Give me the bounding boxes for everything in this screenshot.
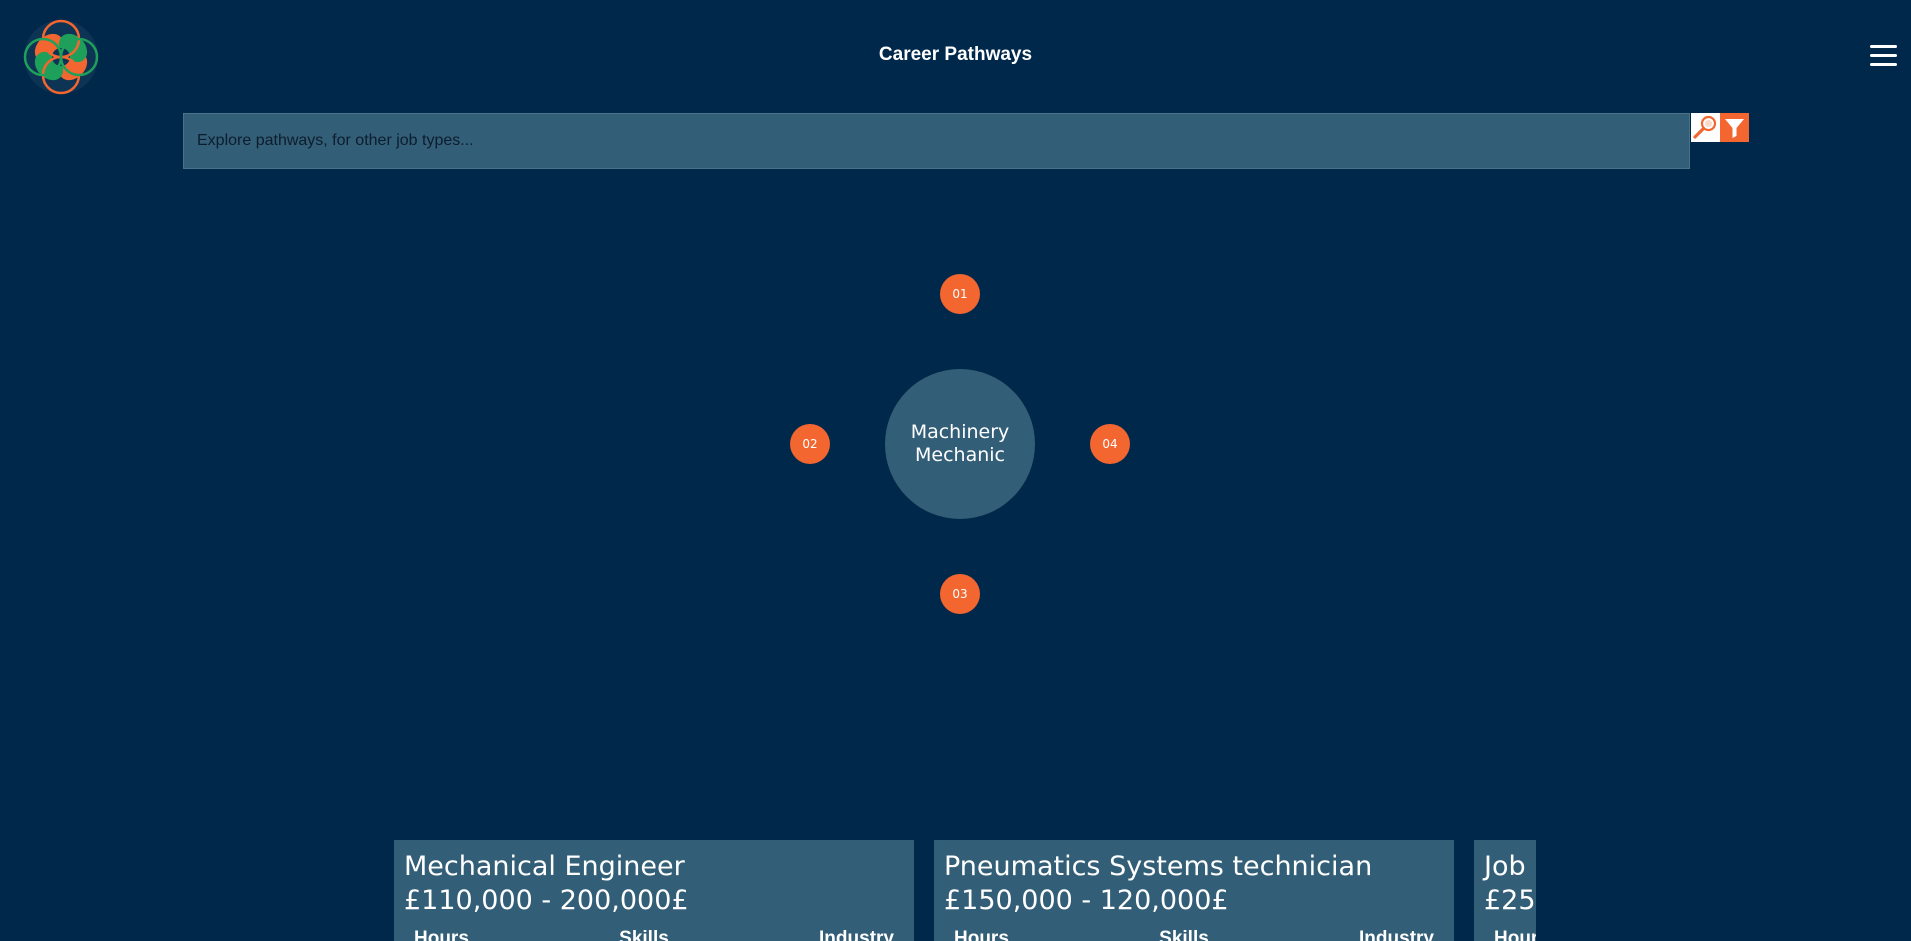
search-button[interactable]	[1691, 113, 1720, 142]
job-card-salary: £110,000 - 200,000£	[404, 885, 689, 916]
pathway-step-01[interactable]: 01	[940, 274, 980, 314]
pathway-step-04[interactable]: 04	[1090, 424, 1130, 464]
job-card-salary: £150,000 - 120,000£	[944, 885, 1229, 916]
job-card[interactable]: Job £25 Hour	[1474, 840, 1536, 941]
job-card-industry-label: Industry	[819, 928, 894, 941]
job-card-industry-label: Industry	[1359, 928, 1434, 941]
job-card-skills-label: Skills	[1159, 928, 1209, 941]
job-card-carousel[interactable]: Mechanical Engineer £110,000 - 200,000£ …	[394, 840, 1536, 941]
pathway-center-node[interactable]: Machinery Mechanic	[885, 369, 1035, 519]
job-card[interactable]: Pneumatics Systems technician £150,000 -…	[934, 840, 1454, 941]
search-input[interactable]	[184, 114, 1689, 168]
pathway-step-02[interactable]: 02	[790, 424, 830, 464]
job-card-columns: Hours Skills Industry	[944, 918, 1444, 941]
job-card-hours-label: Hours	[414, 928, 469, 941]
job-card-hours-label: Hour	[1494, 928, 1536, 941]
career-pathways-page: Career Pathways Machinery Mechanic 01 02…	[0, 0, 1911, 941]
menu-icon[interactable]	[1870, 45, 1897, 67]
job-card-columns: Hours Skills Industry	[404, 918, 904, 941]
magnifier-icon	[1693, 115, 1717, 139]
job-card-title: Job	[1484, 851, 1526, 882]
center-node-label: Machinery Mechanic	[910, 421, 1010, 466]
job-card-salary: £25	[1484, 885, 1536, 916]
funnel-filter-icon	[1725, 119, 1744, 138]
job-card[interactable]: Mechanical Engineer £110,000 - 200,000£ …	[394, 840, 914, 941]
filter-button[interactable]	[1720, 113, 1749, 142]
job-card-title: Mechanical Engineer	[404, 851, 685, 882]
job-card-skills-label: Skills	[619, 928, 669, 941]
job-card-columns: Hour	[1484, 918, 1536, 941]
search-bar	[183, 113, 1690, 169]
pathway-step-03[interactable]: 03	[940, 574, 980, 614]
job-card-title: Pneumatics Systems technician	[944, 851, 1373, 882]
page-title: Career Pathways	[878, 44, 1033, 65]
job-card-hours-label: Hours	[954, 928, 1009, 941]
